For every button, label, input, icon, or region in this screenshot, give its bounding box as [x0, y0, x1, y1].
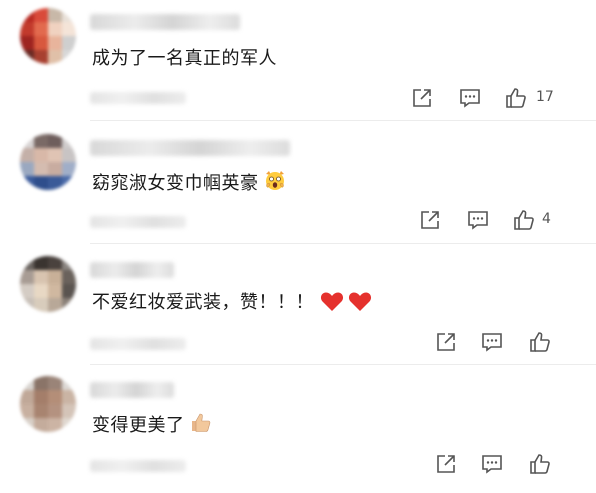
- comment-actions: [0, 452, 596, 478]
- comment-text: 窈窕淑女变巾帼英豪: [92, 168, 287, 197]
- avatar[interactable]: [20, 256, 76, 312]
- username[interactable]: [90, 262, 174, 278]
- comment-text-content: 不爱红妆爱武装，赞！！！: [92, 292, 314, 313]
- like-count: 17: [536, 89, 554, 105]
- reply-button[interactable]: [466, 208, 490, 232]
- share-button[interactable]: [434, 452, 458, 476]
- avatar[interactable]: [20, 376, 76, 432]
- comment-text-content: 窈窕淑女变巾帼英豪: [92, 173, 259, 194]
- username[interactable]: [90, 382, 174, 398]
- screaming-face-emoji: [263, 168, 287, 197]
- like-button[interactable]: [504, 86, 528, 110]
- share-button[interactable]: [418, 208, 442, 232]
- reply-icon: [482, 455, 502, 474]
- avatar[interactable]: [20, 8, 76, 64]
- share-icon: [437, 333, 455, 351]
- heart-emoji: [320, 290, 344, 317]
- like-count: 4: [542, 211, 551, 227]
- comment-text: 不爱红妆爱武装，赞！！！: [92, 288, 372, 317]
- reply-icon: [482, 333, 502, 352]
- divider: [90, 364, 596, 365]
- like-button[interactable]: [528, 330, 552, 354]
- heart-emoji: [348, 290, 372, 317]
- reply-icon: [460, 89, 480, 108]
- comment-text: 变得更美了: [92, 410, 213, 439]
- username[interactable]: [90, 14, 240, 30]
- share-button[interactable]: [410, 86, 434, 110]
- thumbs-up-icon: [530, 454, 550, 474]
- comment-text-content: 变得更美了: [92, 415, 185, 436]
- comment-actions: 17: [0, 86, 596, 112]
- reply-button[interactable]: [458, 86, 482, 110]
- reply-button[interactable]: [480, 330, 504, 354]
- divider: [90, 243, 596, 244]
- thumbs-up-icon: [514, 210, 534, 230]
- divider: [90, 120, 596, 121]
- like-button[interactable]: [512, 208, 536, 232]
- share-icon: [413, 89, 431, 107]
- thumbs-up-emoji: [189, 410, 213, 439]
- reply-button[interactable]: [480, 452, 504, 476]
- comment-actions: [0, 330, 596, 356]
- thumbs-up-icon: [530, 332, 550, 352]
- username[interactable]: [90, 140, 290, 156]
- avatar[interactable]: [20, 134, 76, 190]
- reply-icon: [468, 211, 488, 230]
- like-button[interactable]: [528, 452, 552, 476]
- thumbs-up-icon: [506, 88, 526, 108]
- share-icon: [421, 211, 439, 229]
- comment-text: 成为了一名真正的军人: [92, 48, 277, 69]
- share-icon: [437, 455, 455, 473]
- comment-actions: 4: [0, 208, 596, 234]
- share-button[interactable]: [434, 330, 458, 354]
